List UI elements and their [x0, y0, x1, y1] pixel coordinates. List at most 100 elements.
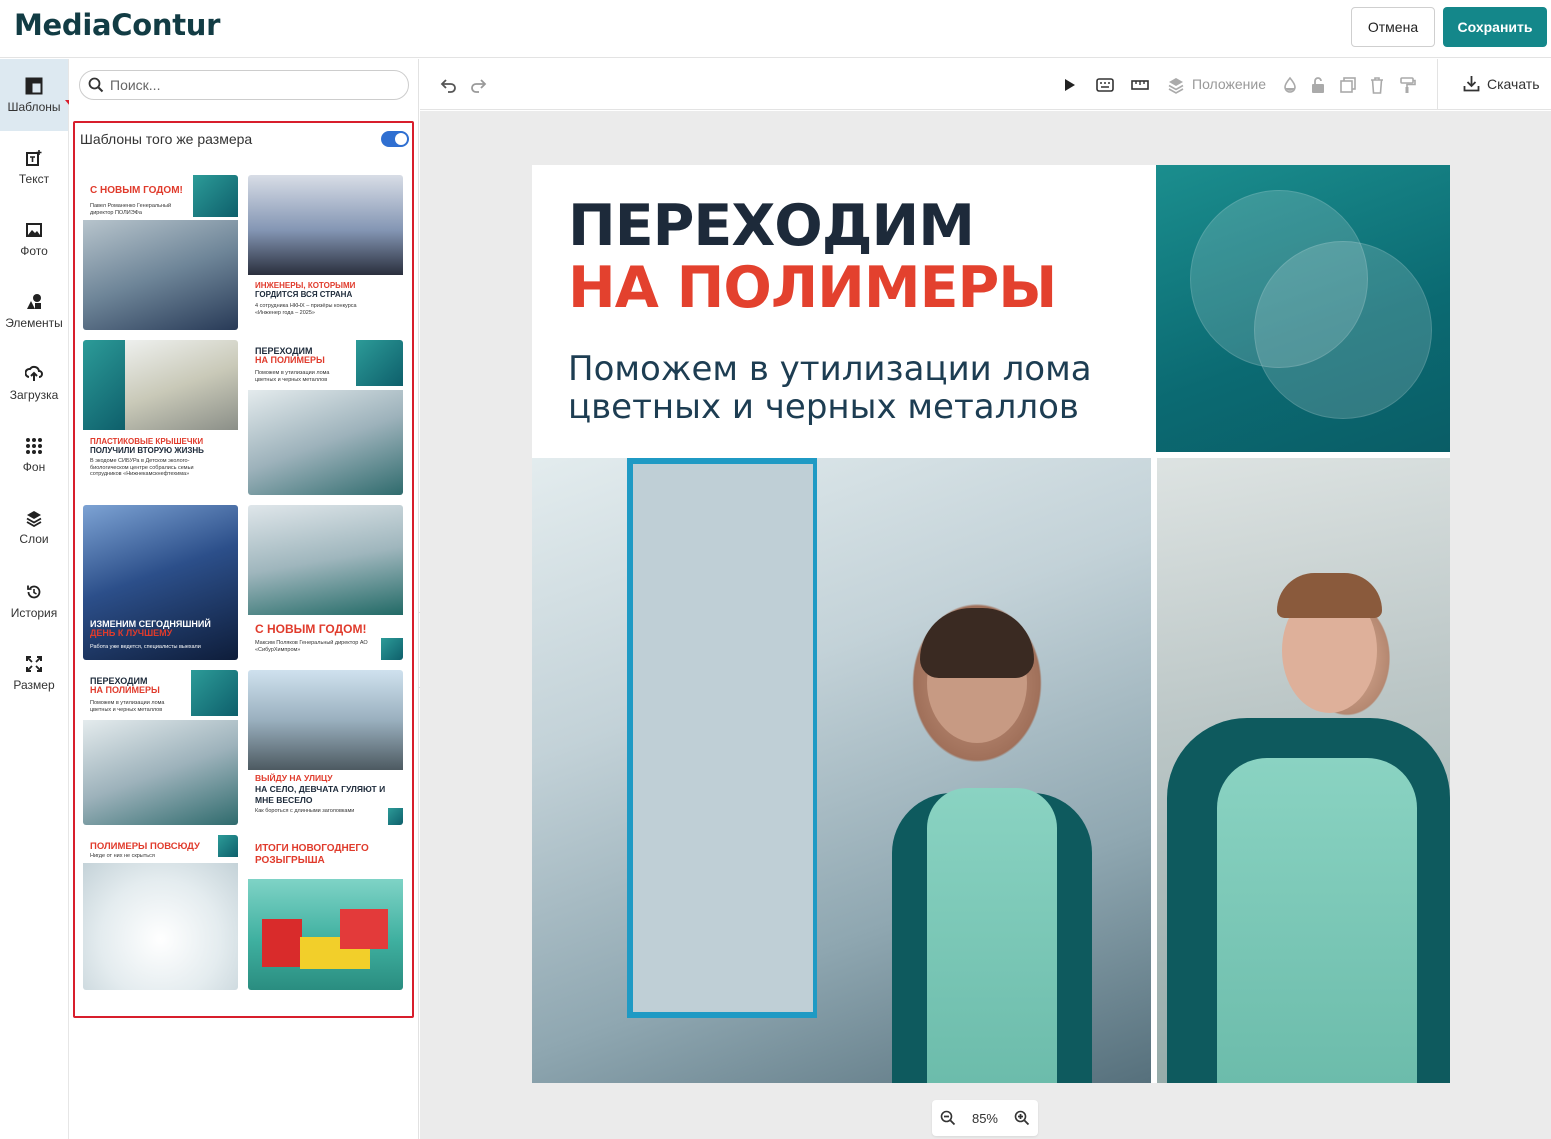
canvas-subtitle[interactable]: Поможем в утилизации лома цветных и черн… — [568, 350, 1128, 426]
search-box[interactable] — [79, 70, 409, 100]
template-title: ПОЛИМЕРЫ ПОВСЮДУ — [90, 841, 200, 852]
teal-decor — [193, 175, 238, 217]
template-card[interactable]: ИТОГИ НОВОГОДНЕГО РОЗЫГРЫША — [248, 835, 403, 990]
zoom-out-icon[interactable] — [940, 1110, 956, 1126]
canvas-teal-decor[interactable] — [1156, 165, 1450, 452]
template-subtitle: Работа уже ведется, специалисты выехали — [90, 644, 201, 650]
templates-panel: Шаблоны того же размера С НОВЫМ ГОДОМ! П… — [69, 59, 419, 1139]
gift-box-icon — [340, 909, 388, 949]
rail-item-layers[interactable]: Слои — [0, 491, 68, 563]
save-button[interactable]: Сохранить — [1443, 7, 1547, 47]
toolbar-divider — [1437, 59, 1438, 110]
left-rail: Шаблоны Текст Фото Элементы Загрузка Фон… — [0, 59, 69, 1139]
template-card[interactable]: С НОВЫМ ГОДОМ! Максим Поляков Генеральны… — [248, 505, 403, 660]
rail-item-templates[interactable]: Шаблоны — [0, 59, 68, 131]
canvas-workspace: ПЕРЕХОДИМ НА ПОЛИМЕРЫ Поможем в утилизац… — [420, 111, 1551, 1139]
undo-icon[interactable] — [439, 75, 459, 95]
editor-toolbar: Положение Скачать — [420, 59, 1551, 110]
canvas-heading-line2[interactable]: НА ПОЛИМЕРЫ — [568, 257, 1057, 319]
duplicate-icon[interactable] — [1338, 75, 1358, 95]
templates-icon — [25, 77, 43, 94]
paint-roller-icon[interactable] — [1398, 75, 1418, 95]
teal-decor — [83, 340, 125, 430]
rail-label: Элементы — [5, 315, 63, 330]
teal-decor — [218, 835, 238, 857]
template-photo — [83, 720, 238, 825]
keyboard-icon[interactable] — [1095, 75, 1115, 95]
rail-item-history[interactable]: История — [0, 565, 68, 637]
template-card[interactable]: ВЫЙДУ НА УЛИЦУ НА СЕЛО, ДЕВЧАТА ГУЛЯЮТ И… — [248, 670, 403, 825]
rail-item-photo[interactable]: Фото — [0, 203, 68, 275]
resize-icon — [26, 655, 42, 672]
template-photo — [248, 505, 403, 615]
zoom-in-icon[interactable] — [1014, 1110, 1030, 1126]
rail-label: Фото — [20, 243, 48, 258]
search-icon — [88, 77, 104, 93]
template-card[interactable]: ИЗМЕНИМ СЕГОДНЯШНИЙ ДЕНЬ К ЛУЧШЕМУ Работ… — [83, 505, 238, 660]
canvas-heading-line1[interactable]: ПЕРЕХОДИМ — [568, 195, 975, 257]
position-label[interactable]: Положение — [1192, 76, 1266, 92]
template-subtitle: Павел Романенко Генеральный директор ПОЛ… — [90, 203, 172, 216]
rail-item-upload[interactable]: Загрузка — [0, 347, 68, 419]
hair-shape — [920, 608, 1034, 678]
lock-icon[interactable] — [1308, 75, 1328, 95]
template-title: ПЛАСТИКОВЫЕ КРЫШЕЧКИ — [90, 437, 204, 446]
template-title-2: ГОРДИТСЯ ВСЯ СТРАНА — [255, 290, 353, 299]
trash-icon[interactable] — [1367, 75, 1387, 95]
teal-decor — [356, 340, 403, 386]
decor-circle — [1254, 241, 1432, 419]
lab-equipment — [627, 458, 817, 1018]
canvas-photo-lab-man[interactable] — [1157, 458, 1450, 1083]
design-canvas[interactable]: ПЕРЕХОДИМ НА ПОЛИМЕРЫ Поможем в утилизац… — [532, 165, 1450, 1083]
template-photo — [83, 220, 238, 330]
rail-label: Фон — [22, 459, 46, 474]
teal-decor — [191, 670, 238, 716]
canvas-photo-lab-woman[interactable] — [532, 458, 1151, 1083]
rail-label: Размер — [13, 677, 55, 692]
template-title-2: ПОЛУЧИЛИ ВТОРУЮ ЖИЗНЬ — [90, 446, 204, 455]
cancel-button[interactable]: Отмена — [1351, 7, 1435, 47]
rail-item-text[interactable]: Текст — [0, 131, 68, 203]
download-button[interactable]: Скачать — [1463, 75, 1540, 92]
template-subtitle: Максим Поляков Генеральный директор АО «… — [255, 640, 368, 653]
template-subtitle: Поможем в утилизации лома цветных и черн… — [90, 700, 165, 713]
template-photo — [248, 175, 403, 275]
template-card[interactable]: ПЛАСТИКОВЫЕ КРЫШЕЧКИ ПОЛУЧИЛИ ВТОРУЮ ЖИЗ… — [83, 340, 238, 495]
template-card[interactable]: ИНЖЕНЕРЫ, КОТОРЫМИ ГОРДИТСЯ ВСЯ СТРАНА 4… — [248, 175, 403, 330]
template-card[interactable]: ПЕРЕХОДИМ НА ПОЛИМЕРЫ Поможем в утилизац… — [83, 670, 238, 825]
rail-item-background[interactable]: Фон — [0, 419, 68, 491]
rail-label: Шаблоны — [7, 99, 61, 114]
position-layers-icon[interactable] — [1166, 75, 1186, 95]
zoom-level: 85% — [971, 1110, 998, 1126]
play-icon[interactable] — [1059, 75, 1079, 95]
search-input[interactable] — [110, 77, 390, 93]
redo-icon[interactable] — [468, 75, 488, 95]
uniform-shape — [927, 788, 1057, 1083]
upload-icon — [25, 365, 43, 381]
same-size-label: Шаблоны того же размера — [80, 131, 253, 147]
elements-icon — [27, 293, 41, 309]
teal-decor — [388, 808, 403, 825]
same-size-toggle[interactable] — [381, 131, 409, 147]
template-card[interactable]: ПОЛИМЕРЫ ПОВСЮДУ Нигде от них не скрытьс… — [83, 835, 238, 990]
template-title-2: НА ПОЛИМЕРЫ — [255, 355, 325, 365]
ruler-icon[interactable] — [1130, 75, 1150, 95]
template-subtitle: Нигде от них не скрыться — [90, 853, 155, 859]
opacity-icon[interactable] — [1280, 75, 1300, 95]
zoom-control: 85% — [932, 1100, 1038, 1136]
background-icon — [26, 437, 42, 454]
hair-shape — [1277, 573, 1382, 618]
rail-label: Текст — [18, 171, 50, 186]
rail-label: Загрузка — [9, 387, 59, 402]
rail-item-elements[interactable]: Элементы — [0, 275, 68, 347]
rail-item-resize[interactable]: Размер — [0, 637, 68, 709]
template-photo — [83, 863, 238, 990]
template-title-2: НА СЕЛО, ДЕВЧАТА ГУЛЯЮТ И МНЕ ВЕСЕЛО — [255, 784, 386, 805]
template-card[interactable]: ПЕРЕХОДИМ НА ПОЛИМЕРЫ Поможем в утилизац… — [248, 340, 403, 495]
template-card[interactable]: С НОВЫМ ГОДОМ! Павел Романенко Генеральн… — [83, 175, 238, 330]
app-header: MediaContur Отмена Сохранить — [0, 0, 1551, 58]
app-logo[interactable]: MediaContur — [14, 8, 220, 42]
teal-decor — [381, 638, 403, 660]
template-title-2: РОЗЫГРЫША — [255, 855, 325, 866]
gift-box-icon — [262, 919, 302, 967]
